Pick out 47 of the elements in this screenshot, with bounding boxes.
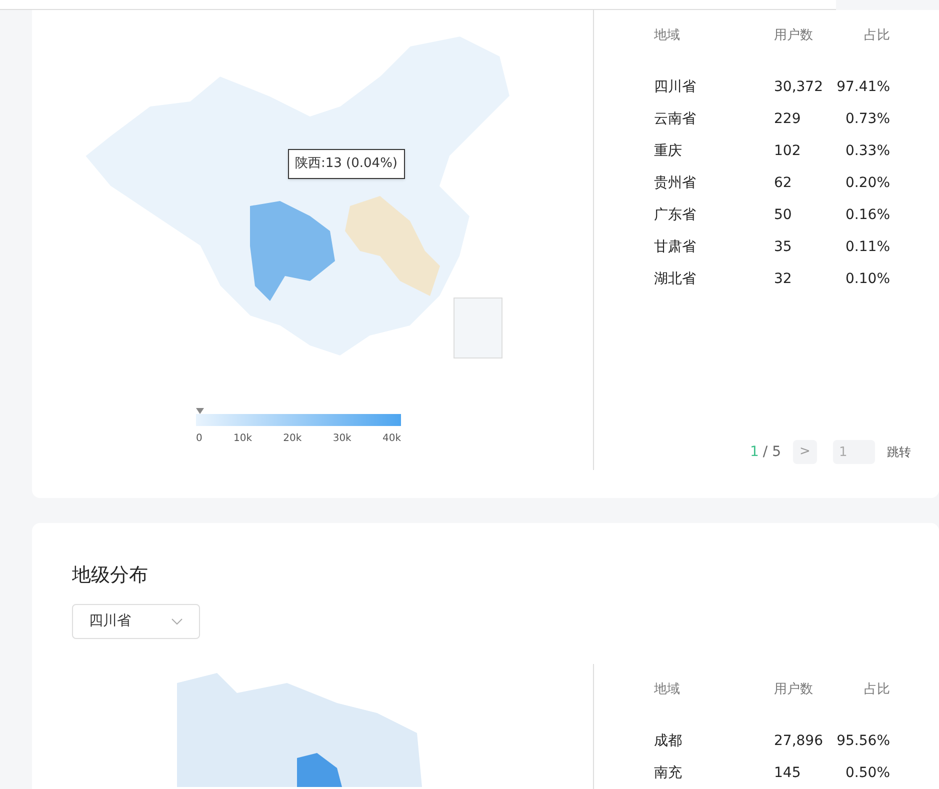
province-select[interactable]: 四川省: [72, 604, 200, 638]
table-cell-text: 0.33%: [844, 142, 890, 160]
legend-tick-label: 20k: [283, 432, 302, 446]
legend-tick-label: 0: [196, 432, 202, 446]
table-cell-text: 0.20%: [844, 174, 890, 192]
legend-tick-label: 40k: [382, 432, 401, 446]
table-cell-text: 云南省: [654, 110, 697, 128]
page-input[interactable]: 1: [833, 440, 875, 464]
table-cell-text: 0.16%: [844, 206, 890, 224]
table-cell-text: 50: [774, 206, 793, 224]
table-cell-text: 95.56%: [836, 732, 890, 750]
table-cell-text: 229: [774, 110, 802, 128]
column-header: 用户数: [774, 27, 814, 46]
table-cell-text: 35: [774, 238, 793, 256]
table-cell-text: 30,372: [774, 78, 824, 96]
table-cell-text: 0.11%: [844, 238, 890, 256]
table-cell-text: 102: [774, 142, 802, 160]
table-cell-text: 62: [774, 174, 793, 192]
table-cell-text: 四川省: [654, 78, 697, 96]
section-title: 地级分布: [72, 563, 149, 588]
chevron-down-icon: [171, 618, 183, 624]
table-cell-text: 重庆: [654, 142, 683, 160]
address-bar[interactable]: [0, 0, 836, 10]
table-cell-text: 贵州省: [654, 174, 697, 192]
column-header: 占比: [863, 681, 890, 700]
table-cell-text: 145: [774, 764, 802, 782]
table-cell-text: 广东省: [654, 206, 697, 224]
column-header: 地域: [654, 27, 681, 46]
table-cell-text: 南充: [654, 764, 683, 782]
jump-button[interactable]: 跳转: [887, 443, 911, 461]
table-cell-text: 0.10%: [844, 270, 890, 288]
column-header: 地域: [654, 681, 681, 700]
table-cell-text: 成都: [654, 732, 683, 750]
table-cell-text: 甘肃省: [654, 238, 697, 256]
legend-tick-label: 10k: [234, 432, 252, 446]
column-header: 用户数: [774, 681, 814, 700]
total-pages: / 5: [762, 442, 781, 462]
map-tooltip: 陕西:13 (0.04%): [288, 149, 404, 178]
table-cell-text: 97.41%: [836, 78, 890, 96]
table-cell-text: 32: [774, 270, 793, 288]
legend-tick-label: 30k: [332, 432, 352, 446]
table-cell-text: 0.73%: [844, 110, 890, 128]
table-cell-text: 27,896: [774, 732, 824, 750]
current-page: 1: [750, 442, 759, 462]
table-cell-text: 0.50%: [844, 764, 890, 782]
table-cell-text: 湖北省: [654, 270, 697, 288]
column-header: 占比: [863, 27, 890, 46]
